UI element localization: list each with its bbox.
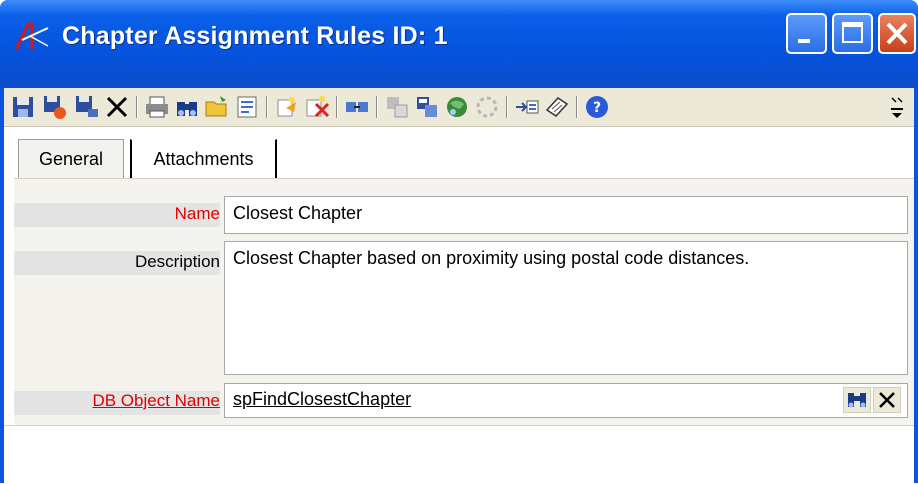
description-label: Description (134, 252, 220, 271)
tab-attachments[interactable]: Attachments (130, 139, 277, 179)
save-and-new-icon[interactable] (42, 94, 68, 120)
copy-record-icon[interactable] (384, 94, 410, 120)
general-panel: Name Closest Chapter Description Closest… (14, 178, 914, 425)
link-icon[interactable] (344, 94, 370, 120)
maximize-button[interactable] (832, 13, 873, 54)
save-and-close-icon[interactable] (74, 94, 100, 120)
title-bar[interactable]: Chapter Assignment Rules ID: 1 (0, 0, 918, 88)
toolbar-separator (266, 96, 268, 118)
form-footer (4, 425, 914, 484)
toolbar: ? (4, 88, 914, 127)
toolbar-overflow-icon[interactable] (888, 94, 906, 120)
db-object-name-link[interactable]: DB Object Name (92, 391, 220, 411)
open-folder-icon[interactable] (204, 94, 230, 120)
name-label: Name (174, 204, 220, 223)
description-field[interactable]: Closest Chapter based on proximity using… (224, 241, 908, 375)
tab-general[interactable]: General (18, 139, 124, 179)
form-client-area: General Attachments Name Closest Chapter… (4, 127, 914, 484)
maximize-icon (842, 22, 863, 43)
process-flow-icon[interactable] (414, 94, 440, 120)
binoculars-icon (848, 393, 866, 408)
go-to-icon[interactable] (514, 94, 540, 120)
db-object-name-value: spFindClosestChapter (233, 389, 412, 409)
toolbar-separator (576, 96, 578, 118)
toolbar-separator (506, 96, 508, 118)
minimize-button[interactable] (786, 13, 827, 54)
db-object-name-field[interactable]: spFindClosestChapter (224, 383, 908, 418)
view-icon[interactable] (234, 94, 260, 120)
lookup-button[interactable] (843, 387, 871, 413)
wizard-icon[interactable] (274, 94, 300, 120)
clear-icon[interactable] (304, 94, 330, 120)
toolbar-separator (336, 96, 338, 118)
name-field[interactable]: Closest Chapter (224, 196, 908, 234)
close-icon (886, 22, 908, 45)
web-icon[interactable] (444, 94, 470, 120)
help-icon[interactable]: ? (584, 94, 610, 120)
notes-icon[interactable] (544, 94, 570, 120)
tab-strip: General Attachments (4, 127, 914, 185)
refresh-icon[interactable] (474, 94, 500, 120)
close-icon (879, 392, 895, 408)
aptify-logo-icon (14, 22, 49, 51)
toolbar-separator (136, 96, 138, 118)
window: Chapter Assignment Rules ID: 1 ? General… (0, 0, 918, 484)
delete-icon[interactable] (104, 94, 130, 120)
save-icon[interactable] (10, 94, 36, 120)
print-icon[interactable] (144, 94, 170, 120)
find-icon[interactable] (174, 94, 200, 120)
clear-lookup-button[interactable] (873, 387, 901, 413)
close-button[interactable] (878, 13, 916, 54)
svg-text:?: ? (593, 100, 601, 116)
window-title: Chapter Assignment Rules ID: 1 (62, 22, 448, 50)
minimize-icon (798, 39, 810, 43)
toolbar-separator (376, 96, 378, 118)
